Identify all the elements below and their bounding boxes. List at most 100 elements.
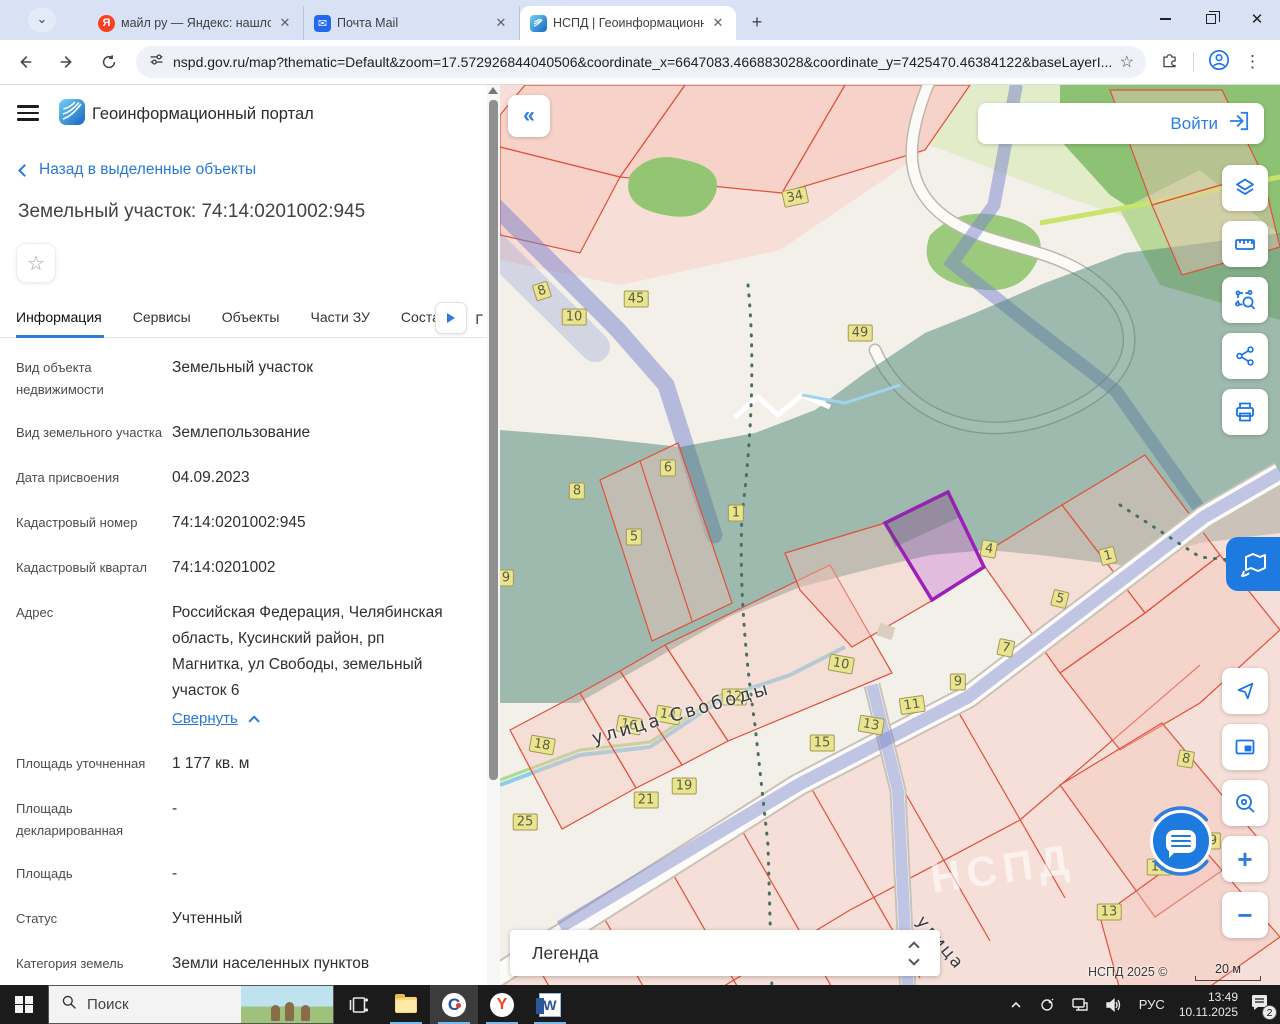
volume-icon[interactable]: [1105, 997, 1123, 1013]
panel-tabs: Информация Сервисы Объекты Части ЗУ Сост…: [0, 300, 487, 338]
bookmark-star-icon[interactable]: ☆: [1120, 52, 1134, 72]
parcel-number-label: 15: [810, 735, 835, 752]
window-minimize-button[interactable]: [1142, 0, 1188, 38]
field-row: СтатусУчтенный: [16, 906, 476, 932]
c-app-icon: C: [442, 993, 466, 1017]
tab-title: Почта Mail: [337, 16, 487, 30]
tray-expand-icon[interactable]: [1009, 998, 1023, 1012]
tab-information[interactable]: Информация: [16, 300, 102, 337]
field-label: Кадастровый квартал: [16, 555, 172, 581]
layers-button[interactable]: [1222, 165, 1268, 211]
taskbar-search-box[interactable]: Поиск: [48, 985, 334, 1024]
collapse-address-link[interactable]: Свернуть: [172, 706, 448, 732]
reload-icon[interactable]: [92, 45, 126, 79]
browser-tab-nspd-active[interactable]: НСПД | Геоинформационный ✕: [520, 6, 736, 40]
tab-close-icon[interactable]: ✕: [493, 15, 509, 31]
collapse-panel-button[interactable]: «: [508, 95, 550, 137]
chat-widget-button[interactable]: [1145, 805, 1217, 877]
window-close-button[interactable]: ✕: [1234, 0, 1280, 38]
new-tab-button[interactable]: +: [744, 10, 770, 36]
login-label: Войти: [1170, 114, 1218, 134]
start-button[interactable]: [0, 985, 48, 1024]
field-value: -: [172, 861, 448, 887]
file-explorer-button[interactable]: [382, 985, 430, 1024]
tab-parts-zu[interactable]: Части ЗУ: [310, 300, 369, 337]
site-settings-icon[interactable]: [148, 51, 165, 73]
field-value: Земельный участок: [172, 355, 448, 401]
network-icon[interactable]: [1071, 997, 1089, 1013]
address-bar[interactable]: nspd.gov.ru/map?thematic=Default&zoom=17…: [136, 46, 1146, 78]
word-button[interactable]: W: [526, 985, 574, 1024]
locate-me-button[interactable]: [1222, 668, 1268, 714]
field-row: Площадь уточненная1 177 кв. м: [16, 751, 476, 777]
window-restore-button[interactable]: [1188, 0, 1234, 38]
favorite-star-button[interactable]: ☆: [16, 243, 56, 283]
search-area-button[interactable]: [1222, 277, 1268, 323]
tab-sostav[interactable]: Соста: [401, 300, 439, 337]
field-label: Дата присвоения: [16, 465, 172, 491]
browser-tab-yandex[interactable]: Я майл ру — Яндекс: нашлось 2 ✕: [88, 6, 304, 40]
active-browser-app-button[interactable]: C: [430, 985, 478, 1024]
legend-bar[interactable]: Легенда: [510, 930, 940, 976]
legend-expand-icon[interactable]: [910, 943, 918, 964]
yandex-browser-button[interactable]: Y: [478, 985, 526, 1024]
back-chevron-icon: [18, 164, 31, 177]
field-value: 04.09.2023: [172, 465, 448, 491]
portal-logo-icon: [58, 98, 86, 131]
back-icon[interactable]: [8, 45, 42, 79]
field-label: Площадь уточненная: [16, 751, 172, 777]
tab-close-icon[interactable]: ✕: [710, 15, 726, 31]
notification-center-button[interactable]: 2: [1250, 993, 1270, 1016]
task-view-button[interactable]: [334, 985, 382, 1024]
tab-title: майл ру — Яндекс: нашлось 2: [121, 16, 271, 30]
tray-update-icon[interactable]: [1039, 997, 1055, 1013]
parcel-number-label: 8: [1177, 749, 1196, 769]
parcel-number-label: 9: [950, 674, 966, 691]
taskbar-clock[interactable]: 13:49 10.11.2025: [1179, 990, 1238, 1020]
scrollbar-up-arrow[interactable]: [488, 87, 498, 94]
print-button[interactable]: [1222, 389, 1268, 435]
tab-close-icon[interactable]: ✕: [277, 15, 293, 31]
tab-objects[interactable]: Объекты: [222, 300, 280, 337]
panel-scrollbar[interactable]: [487, 85, 500, 985]
ruler-button[interactable]: [1222, 221, 1268, 267]
tabs-scroll-right-button[interactable]: [435, 302, 467, 334]
field-row: Вид объекта недвижимостиЗемельный участо…: [16, 355, 476, 401]
legend-label: Легенда: [532, 943, 910, 964]
windows-logo-icon: [15, 996, 33, 1014]
login-button[interactable]: Войти: [978, 103, 1264, 144]
profile-avatar-icon[interactable]: [1208, 49, 1230, 76]
browser-menu-icon[interactable]: ⋮: [1244, 52, 1261, 72]
search-highlight-image[interactable]: [241, 986, 333, 1023]
forward-icon[interactable]: [50, 45, 84, 79]
url-text[interactable]: nspd.gov.ru/map?thematic=Default&zoom=17…: [173, 54, 1120, 70]
notification-badge: 2: [1262, 1005, 1277, 1020]
browser-tab-mail[interactable]: ✉ Почта Mail ✕: [304, 6, 520, 40]
search-location-button[interactable]: [1222, 780, 1268, 826]
field-value: 74:14:0201002:945: [172, 510, 448, 536]
feedback-side-tab[interactable]: [1226, 537, 1280, 591]
language-indicator[interactable]: РУС: [1139, 997, 1165, 1012]
field-list: Вид объекта недвижимостиЗемельный участо…: [16, 355, 476, 985]
extensions-icon[interactable]: [1160, 50, 1179, 74]
zoom-out-button[interactable]: −: [1222, 892, 1268, 938]
field-value: Земли населенных пунктов: [172, 951, 448, 977]
field-row: Кадастровый квартал74:14:0201002: [16, 555, 476, 581]
map-canvas[interactable]: НСПД 34810454968159415710911121416181315…: [500, 85, 1280, 985]
share-button[interactable]: [1222, 333, 1268, 379]
tab-services[interactable]: Сервисы: [133, 300, 191, 337]
scale-label: 20 м: [1195, 962, 1261, 976]
overview-map-button[interactable]: [1222, 724, 1268, 770]
parcel-number-label: 8: [569, 483, 585, 500]
scrollbar-thumb[interactable]: [489, 100, 498, 780]
back-to-selected-link[interactable]: Назад в выделенные объекты: [20, 161, 256, 179]
zoom-in-button[interactable]: +: [1222, 836, 1268, 882]
field-label: Адрес: [16, 600, 172, 732]
tab-search-button[interactable]: ⌄: [28, 8, 56, 32]
parcel-number-label: 4: [980, 539, 999, 559]
search-placeholder: Поиск: [87, 996, 129, 1013]
field-row: Площадь декларированная-: [16, 796, 476, 842]
browser-toolbar: nspd.gov.ru/map?thematic=Default&zoom=17…: [0, 40, 1280, 85]
tab-overflow-sliver[interactable]: Г: [475, 311, 483, 327]
menu-hamburger-icon[interactable]: [17, 105, 39, 121]
